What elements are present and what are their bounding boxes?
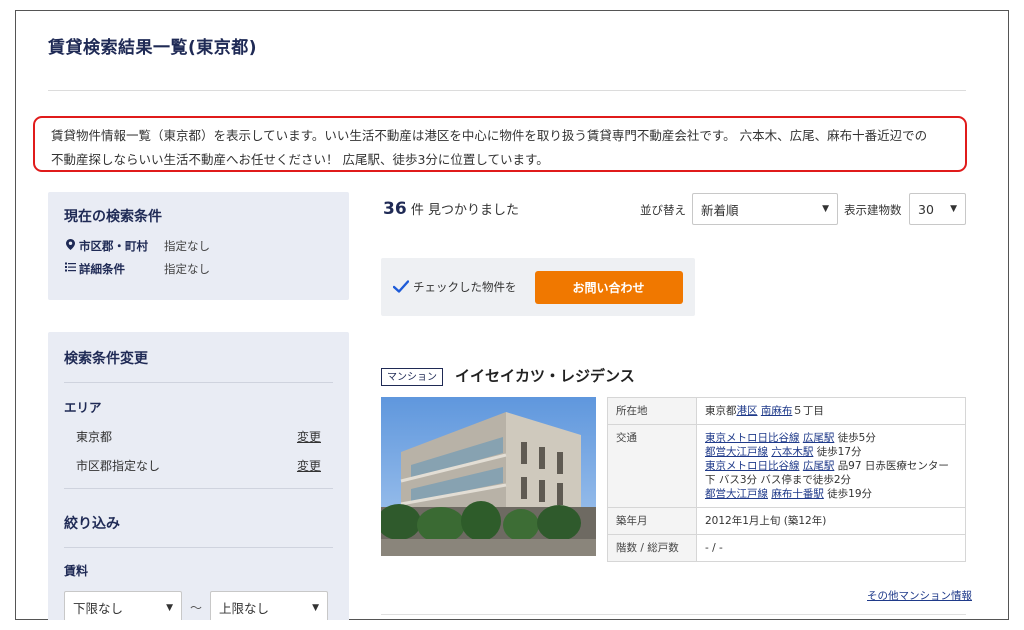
display-count-label: 表示建物数 [844, 203, 902, 217]
station-link[interactable]: 麻布十番駅 [771, 488, 824, 500]
area-heading: エリア [64, 400, 102, 415]
line-link[interactable]: 都営大江戸線 [705, 446, 768, 458]
change-conditions-title: 検索条件変更 [64, 348, 333, 383]
condition-row-area: 市区郡・町村 指定なし [64, 234, 333, 257]
built-label: 築年月 [607, 507, 697, 535]
chevron-down-icon: ▼ [166, 602, 173, 613]
area-name-prefecture: 東京都 [76, 430, 113, 444]
info-row-address: 所在地 東京都港区 南麻布５丁目 [607, 397, 966, 425]
sort-select[interactable]: 新着順 ▼ [692, 193, 838, 225]
line-link[interactable]: 東京メトロ日比谷線 [705, 460, 800, 472]
area-row-prefecture: 東京都 変更 [64, 422, 333, 451]
property-photo[interactable] [381, 397, 596, 556]
chevron-down-icon: ▼ [822, 204, 829, 214]
condition-row-detail: 詳細条件 指定なし [64, 257, 333, 280]
info-row-floors: 階数 / 総戸数 - / - [607, 534, 966, 562]
condition-label-detail: 詳細条件 [79, 261, 125, 276]
transport-item: 東京メトロ日比谷線 広尾駅 徒歩5分 [705, 432, 876, 444]
sort-label: 並び替え [640, 203, 686, 217]
display-count-select[interactable]: 30 ▼ [909, 193, 966, 225]
checked-action-bar: チェックした物件を お問い合わせ [381, 258, 695, 316]
station-link[interactable]: 広尾駅 [803, 460, 835, 472]
built-value: 2012年1月上旬 (築12年) [696, 507, 966, 535]
display-count-value: 30 [918, 201, 934, 217]
change-conditions-panel: 検索条件変更 エリア 東京都 変更 市区郡指定なし 変更 絞り込み 賃料 下限な… [48, 332, 349, 620]
rent-range: 下限なし ▼ 〜 上限なし ▼ [64, 591, 333, 620]
chevron-down-icon: ▼ [950, 204, 957, 214]
transport-value: 東京メトロ日比谷線 広尾駅 徒歩5分 都営大江戸線 六本木駅 徒歩17分 東京メ… [696, 424, 966, 508]
page-content: 賃貸検索結果一覧(東京都) 賃貸物件情報一覧（東京都）を表示しています。いい生活… [15, 10, 1009, 620]
line-link[interactable]: 東京メトロ日比谷線 [705, 432, 800, 444]
floors-value: - / - [696, 534, 966, 562]
condition-value-detail: 指定なし [164, 261, 210, 276]
station-link[interactable]: 六本木駅 [771, 446, 813, 458]
address-town-link[interactable]: 南麻布 [761, 405, 793, 417]
info-row-built: 築年月 2012年1月上旬 (築12年) [607, 507, 966, 535]
address-value: 東京都港区 南麻布５丁目 [696, 397, 966, 425]
transport-item: 都営大江戸線 麻布十番駅 徒歩19分 [705, 488, 873, 500]
area-name-city: 市区郡指定なし [76, 459, 161, 473]
property-name[interactable]: イイセイカツ・レジデンス [455, 365, 635, 386]
result-count-number: 36 [383, 199, 407, 219]
inquiry-button[interactable]: お問い合わせ [534, 270, 683, 304]
condition-label-area: 市区郡・町村 [79, 238, 148, 253]
intro-line-1: 賃貸物件情報一覧（東京都）を表示しています。いい生活不動産は港区を中心に物件を取… [51, 128, 928, 143]
sort-value: 新着順 [701, 202, 739, 218]
transport-label: 交通 [607, 424, 697, 508]
bottom-divider [381, 614, 966, 615]
change-prefecture-link[interactable]: 変更 [297, 428, 321, 445]
checked-action-text: チェックした物件を [413, 280, 517, 294]
property-type-tag: マンション [381, 368, 443, 386]
current-conditions-panel: 現在の検索条件 市区郡・町村 指定なし 詳細条件 指定なし [48, 192, 349, 300]
narrow-down-title: 絞り込み [64, 513, 333, 548]
title-divider [48, 90, 966, 91]
transport-item: 都営大江戸線 六本木駅 徒歩17分 [705, 446, 862, 458]
map-pin-icon [64, 238, 76, 253]
intro-text-box: 賃貸物件情報一覧（東京都）を表示しています。いい生活不動産は港区を中心に物件を取… [33, 116, 967, 172]
rent-max-value: 上限なし [219, 601, 270, 616]
rent-range-separator: 〜 [190, 601, 203, 615]
address-label: 所在地 [607, 397, 697, 425]
list-icon [64, 262, 76, 275]
other-mansion-info-link[interactable]: その他マンション情報 [867, 588, 972, 603]
property-info-table: 所在地 東京都港区 南麻布５丁目 交通 東京メトロ日比谷線 広尾駅 徒歩5分 都… [607, 397, 966, 562]
change-city-link[interactable]: 変更 [297, 457, 321, 474]
station-link[interactable]: 広尾駅 [803, 432, 835, 444]
result-count-suffix: 件 見つかりました [410, 203, 519, 218]
rent-max-select[interactable]: 上限なし ▼ [210, 591, 329, 620]
transport-item: 東京メトロ日比谷線 広尾駅 品97 日赤医療センター下 バス3分 バス停まで徒歩… [705, 460, 949, 486]
area-row-city: 市区郡指定なし 変更 [64, 451, 333, 480]
checkmark-icon [392, 278, 410, 297]
rent-heading: 賃料 [64, 564, 89, 578]
line-link[interactable]: 都営大江戸線 [705, 488, 768, 500]
area-divider [64, 488, 333, 489]
chevron-down-icon: ▼ [312, 602, 320, 613]
rent-min-select[interactable]: 下限なし ▼ [64, 591, 182, 620]
floors-label: 階数 / 総戸数 [607, 534, 697, 562]
info-row-transport: 交通 東京メトロ日比谷線 広尾駅 徒歩5分 都営大江戸線 六本木駅 徒歩17分 … [607, 424, 966, 508]
rent-min-value: 下限なし [73, 601, 124, 616]
result-count: 36 件 見つかりました [383, 199, 519, 219]
condition-value-area: 指定なし [164, 238, 210, 253]
intro-line-2: 不動産探しならいい生活不動産へお任せください！ 広尾駅、徒歩3分に位置しています… [51, 152, 549, 167]
current-conditions-title: 現在の検索条件 [64, 209, 162, 225]
page-title: 賃貸検索結果一覧(東京都) [48, 38, 258, 58]
address-ward-link[interactable]: 港区 [737, 405, 758, 417]
